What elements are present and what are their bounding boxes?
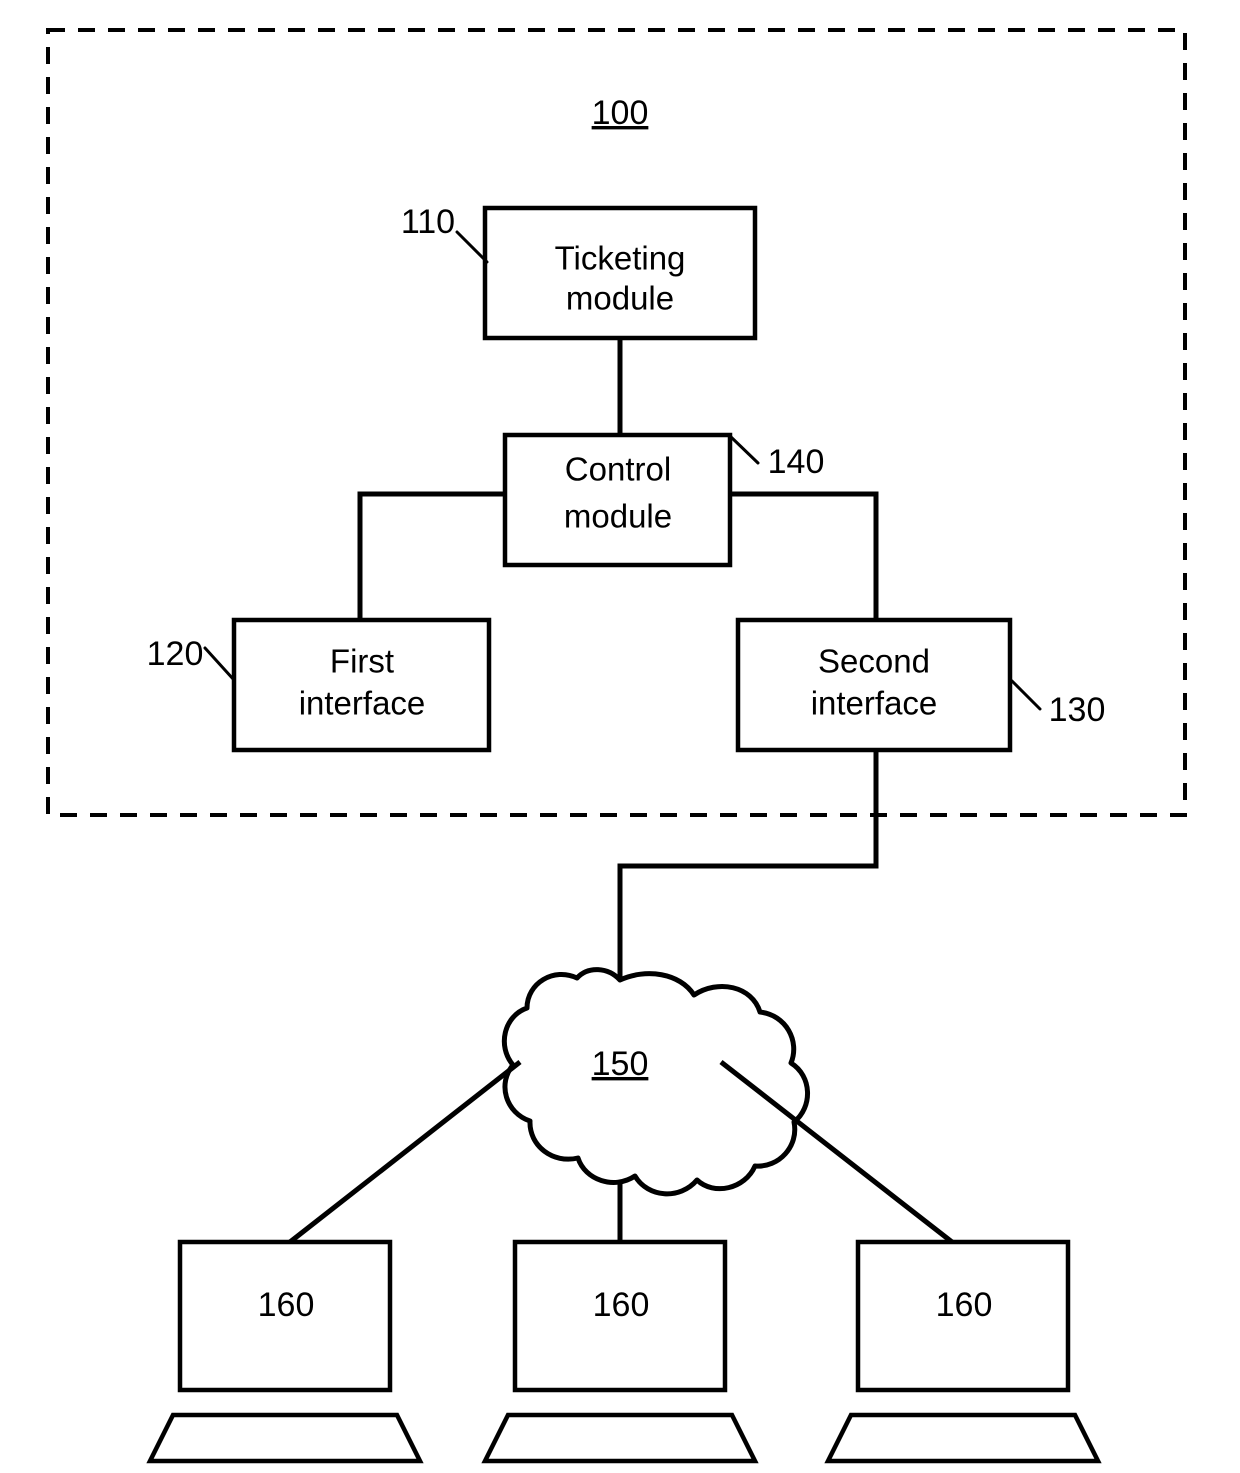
- ref-numeral-terminal-right: 160: [936, 1286, 993, 1324]
- ref-numeral-ticketing-module: 110: [401, 203, 455, 241]
- ref-numeral-terminal-center: 160: [593, 1286, 650, 1324]
- system-block-diagram: 100 Ticketing module 110 Control module …: [46, 28, 1187, 1464]
- terminal-left-keyboard: [146, 1412, 424, 1464]
- leader-line-130: [1010, 679, 1042, 711]
- terminal-right-keyboard: [824, 1412, 1102, 1464]
- connector-control-to-second-interface: [730, 491, 879, 620]
- terminal-right[interactable]: 160: [824, 1239, 1102, 1464]
- connector-cloud-to-terminal-left: [288, 1060, 522, 1244]
- leader-line-110: [455, 230, 489, 264]
- ref-numeral-second-interface: 130: [1049, 691, 1106, 729]
- terminal-left[interactable]: 160: [146, 1239, 424, 1464]
- network-cloud-icon[interactable]: 150: [501, 967, 810, 1197]
- system-boundary: [46, 28, 1187, 817]
- figure-root: 100 Ticketing module 110 Control module …: [0, 0, 1240, 1473]
- block-first-interface-label-line1: First: [330, 643, 394, 680]
- block-second-interface-label-line1: Second: [818, 643, 930, 680]
- block-control-module-label-line2: module: [564, 498, 672, 535]
- ref-numeral-network-cloud: 150: [592, 1045, 649, 1083]
- leader-line-120: [203, 646, 236, 682]
- ref-numeral-terminal-left: 160: [258, 1286, 315, 1324]
- block-second-interface-label-line2: interface: [811, 685, 938, 722]
- ref-numeral-first-interface: 120: [147, 635, 204, 673]
- ref-numeral-control-module: 140: [768, 443, 825, 481]
- leader-line-140: [729, 435, 760, 465]
- connector-second-interface-to-cloud: [617, 748, 879, 980]
- block-control-module-label-line1: Control: [565, 451, 671, 488]
- block-first-interface-label-line2: interface: [299, 685, 426, 722]
- terminal-center[interactable]: 160: [481, 1239, 759, 1464]
- terminal-center-keyboard: [481, 1412, 759, 1464]
- block-ticketing-module-label-line1: Ticketing: [555, 240, 686, 277]
- ref-numeral-system: 100: [592, 94, 649, 132]
- connector-control-to-first-interface: [357, 491, 505, 620]
- block-ticketing-module-label-line2: module: [566, 280, 674, 317]
